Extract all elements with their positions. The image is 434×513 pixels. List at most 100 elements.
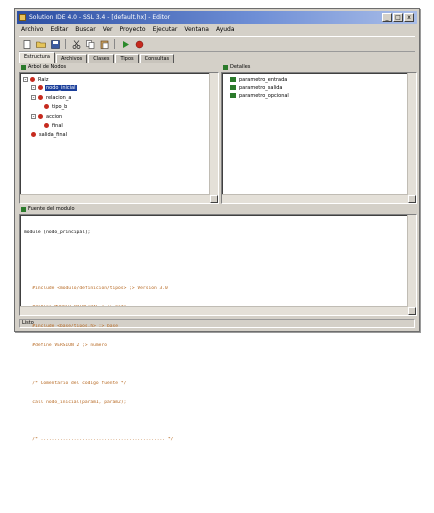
minimize-button[interactable]: _ — [382, 13, 392, 22]
status-bar: Listo — [19, 319, 415, 328]
list-item[interactable]: parametro_entrada — [230, 76, 288, 83]
tree-node[interactable]: - accion — [31, 113, 63, 120]
code-line: #include <modulo/definicion/tipos> ;> Ve… — [24, 286, 168, 292]
save-icon[interactable] — [49, 39, 61, 50]
field-icon — [230, 85, 236, 90]
maximize-button[interactable]: □ — [393, 13, 403, 22]
list-item-label: parametro_salida — [239, 84, 283, 91]
tree-node[interactable]: - relacion_a — [31, 94, 72, 101]
source-editor[interactable]: module [nodo_principal]; #include <modul… — [19, 214, 417, 442]
menu-buscar[interactable]: Buscar — [75, 25, 96, 35]
copy-icon[interactable] — [84, 39, 96, 50]
left-panel-header: Arbol de Nodos — [19, 63, 217, 72]
code-line: #define VERSION 2 ;> numero — [24, 342, 107, 348]
scroll-corner — [408, 195, 416, 203]
tree-node-label: final — [52, 122, 63, 129]
tab-clases[interactable]: Clases — [88, 54, 115, 63]
vertical-scrollbar[interactable] — [407, 73, 416, 195]
tree-node-label: Raiz — [38, 76, 49, 83]
right-panel-title: Detalles — [230, 64, 251, 70]
scroll-corner — [408, 307, 416, 315]
scroll-corner — [210, 195, 218, 203]
source-panel-title: Fuente del modulo — [28, 206, 75, 212]
toolbar-separator — [114, 39, 115, 49]
tab-estructura[interactable]: Estructura — [19, 52, 55, 63]
list-item-label: parametro_opcional — [239, 92, 289, 99]
node-icon — [44, 104, 49, 109]
left-panel-title: Arbol de Nodos — [28, 64, 67, 70]
tree-node-label: accion — [46, 113, 63, 120]
run-icon[interactable] — [119, 39, 131, 50]
app-icon — [19, 14, 26, 21]
tree-node-label: salida_final — [39, 131, 67, 138]
tab-archivos[interactable]: Archivos — [55, 54, 88, 63]
horizontal-scrollbar[interactable] — [222, 194, 408, 203]
code-line: /* .....................................… — [24, 437, 174, 443]
node-icon — [38, 85, 43, 90]
collapse-icon[interactable]: - — [31, 114, 36, 120]
close-button[interactable]: x — [404, 13, 414, 22]
toolbar-separator — [65, 39, 66, 49]
menu-proyecto[interactable]: Proyecto — [120, 25, 146, 35]
tab-consultas[interactable]: Consultas — [139, 54, 175, 63]
panel-icon — [21, 207, 26, 212]
list-item[interactable]: parametro_salida — [230, 84, 283, 91]
menu-ejecutar[interactable]: Ejecutar — [153, 25, 178, 35]
debug-icon[interactable] — [133, 39, 145, 50]
vertical-scrollbar[interactable] — [407, 215, 416, 307]
node-icon — [38, 95, 43, 100]
cut-icon[interactable] — [70, 39, 82, 50]
tree-node-label: relacion_a — [46, 94, 72, 101]
window-title: Solution IDE 4.0 - SSL 3.4 - [default.hx… — [29, 14, 171, 21]
horizontal-scrollbar[interactable] — [20, 194, 210, 203]
list-item-label: parametro_entrada — [239, 76, 288, 83]
details-panel: parametro_entrada parametro_salida param… — [221, 72, 417, 204]
tree-node-selected[interactable]: - nodo_inicial — [31, 84, 77, 91]
node-icon — [31, 132, 36, 137]
menu-ayuda[interactable]: Ayuda — [216, 25, 235, 35]
code-line: module [nodo_principal]; — [24, 229, 91, 235]
right-panel-header: Detalles — [221, 63, 415, 72]
field-icon — [230, 93, 236, 98]
menu-archivo[interactable]: Archivo — [21, 25, 43, 35]
new-file-icon[interactable] — [21, 39, 33, 50]
node-icon — [44, 123, 49, 128]
tree-node[interactable]: tipo_b — [44, 103, 68, 110]
tree-node-root[interactable]: - Raiz — [23, 76, 49, 83]
menu-ver[interactable]: Ver — [103, 25, 113, 35]
node-icon — [30, 77, 35, 82]
source-panel-header: Fuente del modulo — [19, 205, 415, 214]
field-icon — [230, 77, 236, 82]
menu-ventana[interactable]: Ventana — [184, 25, 209, 35]
open-folder-icon[interactable] — [35, 39, 47, 50]
panel-icon — [21, 65, 26, 70]
code-area[interactable]: module [nodo_principal]; #include <modul… — [24, 217, 404, 513]
node-icon — [38, 114, 43, 119]
tree-panel: - Raiz - nodo_inicial - relacion_a tipo_… — [19, 72, 219, 204]
tree-node-label: nodo_inicial — [45, 84, 77, 91]
paste-icon[interactable] — [98, 39, 110, 50]
tab-tipos[interactable]: Tipos — [115, 54, 139, 63]
menu-bar: Archivo Editar Buscar Ver Proyecto Ejecu… — [19, 25, 415, 35]
title-bar[interactable]: Solution IDE 4.0 - SSL 3.4 - [default.hx… — [17, 11, 417, 24]
tree-node[interactable]: salida_final — [31, 131, 68, 138]
collapse-icon[interactable]: - — [23, 77, 28, 83]
horizontal-scrollbar[interactable] — [20, 306, 408, 315]
panel-icon — [223, 65, 228, 70]
tree-node[interactable]: final — [44, 122, 64, 129]
code-line: /* Comentario del codigo fuente */ — [24, 380, 127, 386]
ide-window: Solution IDE 4.0 - SSL 3.4 - [default.hx… — [14, 8, 420, 442]
tree-node-label: tipo_b — [52, 103, 68, 110]
menu-editar[interactable]: Editar — [50, 25, 68, 35]
list-item[interactable]: parametro_opcional — [230, 92, 290, 99]
code-line: call nodo_inicial(param1, param2); — [24, 399, 127, 405]
vertical-scrollbar[interactable] — [209, 73, 218, 195]
collapse-icon[interactable]: - — [31, 85, 36, 91]
collapse-icon[interactable]: - — [31, 95, 36, 101]
